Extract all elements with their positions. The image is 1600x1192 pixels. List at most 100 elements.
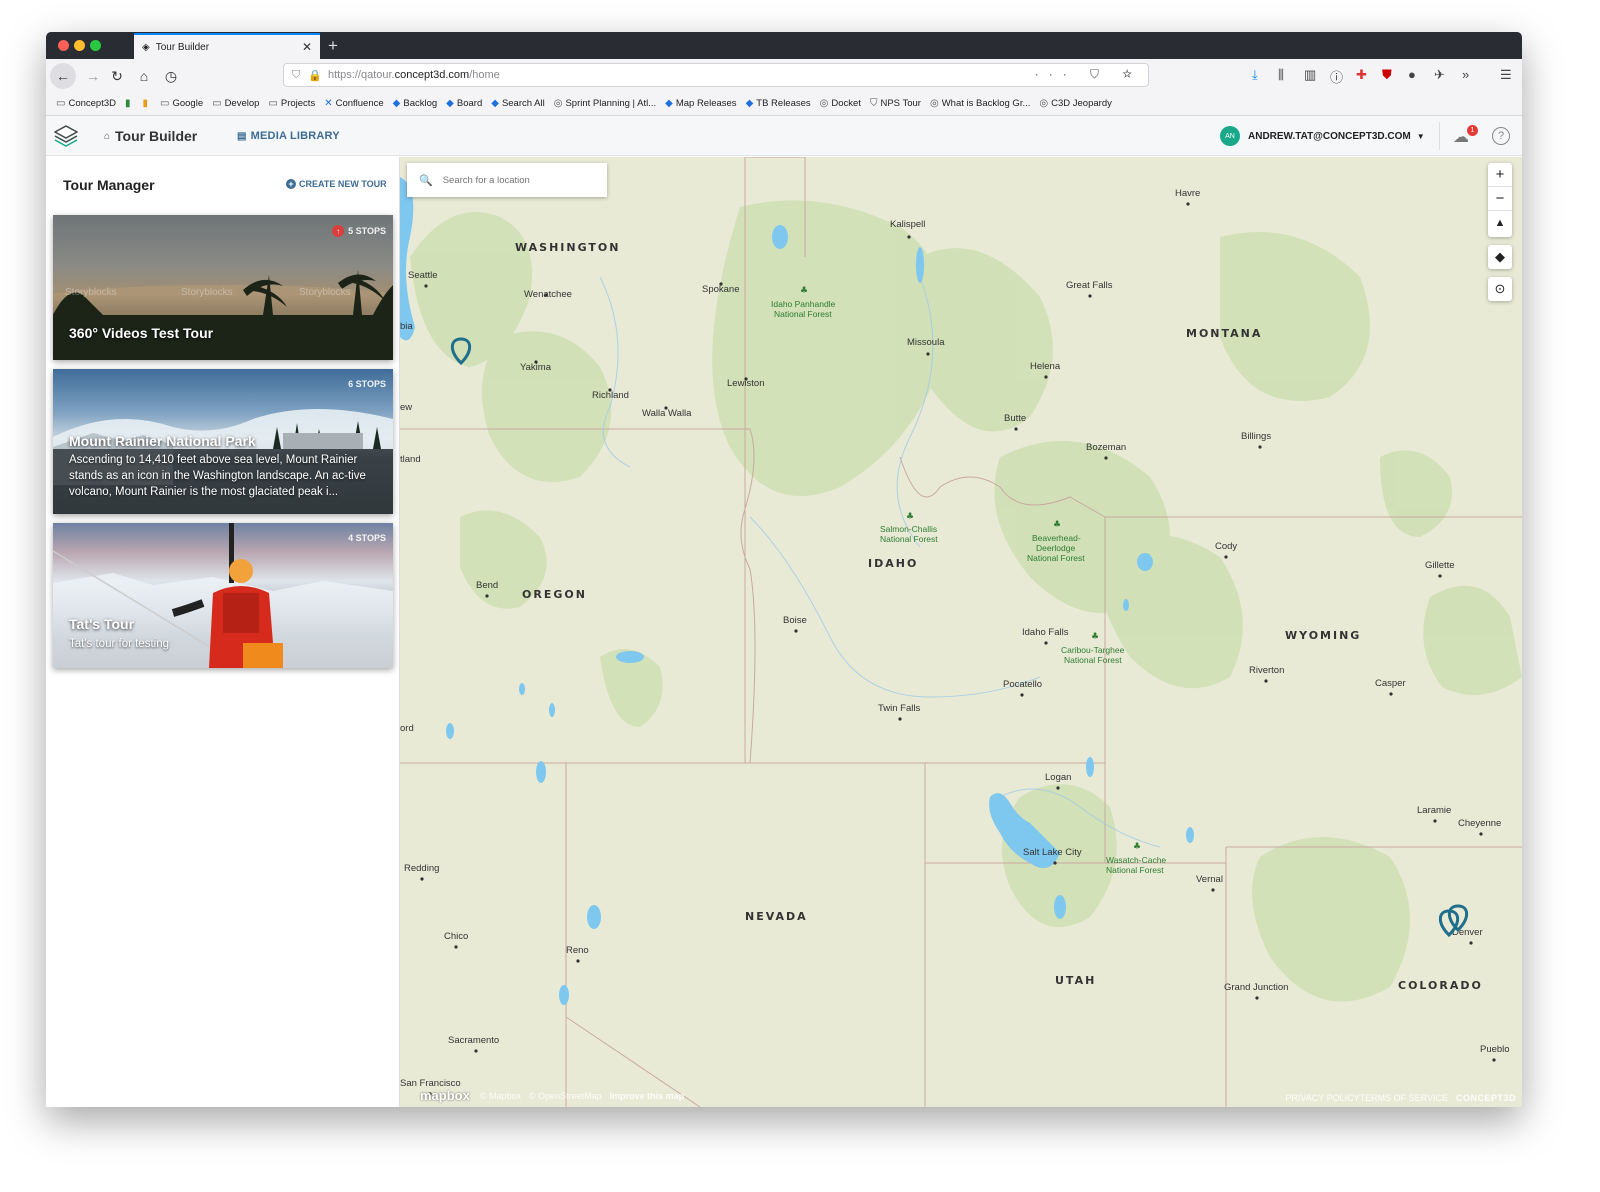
city-dot (1053, 861, 1057, 865)
privacy-policy-link[interactable]: PRIVACY POLICY (1285, 1093, 1359, 1103)
history-icon[interactable]: ◷ (160, 65, 182, 87)
city-dot (485, 594, 489, 598)
bookmark-icon: ◆ (392, 98, 401, 109)
map-view[interactable]: WASHINGTON OREGON IDAHO MONTANA WYOMING NEVAD… (400, 157, 1522, 1107)
city-label: ord (400, 723, 414, 734)
bookmark-item[interactable]: ▮ (125, 98, 134, 109)
close-window-button[interactable] (58, 40, 69, 51)
bookmark-item[interactable]: ✕ Confluence (324, 98, 383, 109)
bookmark-item[interactable]: ▮ (143, 98, 152, 109)
city-dot (1020, 693, 1024, 697)
search-input[interactable] (442, 174, 593, 186)
improve-map-link[interactable]: Improve this map (610, 1091, 685, 1101)
attribution-osm[interactable]: © OpenStreetMap (529, 1091, 602, 1101)
bookmark-icon: ▭ (268, 98, 278, 109)
info-icon[interactable]: ⓘ (1330, 67, 1343, 86)
new-tab-button[interactable]: + (328, 36, 338, 56)
url-bar[interactable]: ⛉ 🔒 https://qatour. concept3d.com/home ··… (283, 63, 1149, 87)
browser-tab[interactable]: ◈ Tour Builder ✕ (134, 33, 320, 59)
shield-icon: ⛉ (292, 68, 301, 81)
bookmark-icon: ◆ (745, 98, 754, 109)
header-divider (1439, 122, 1440, 150)
terms-of-service-link[interactable]: TERMS OF SERVICE (1360, 1093, 1448, 1103)
forest-tree-icon: ♣ (1053, 520, 1061, 530)
app-title-text: Tour Builder (115, 128, 198, 144)
map-canvas[interactable]: WASHINGTON OREGON IDAHO MONTANA WYOMING NEVAD… (400, 157, 1522, 1107)
mapbox-logo-icon[interactable]: mapbox (420, 1088, 470, 1103)
extension-wing-icon[interactable]: ✈ (1434, 67, 1445, 83)
bookmark-item[interactable]: ◆ TB Releases (746, 98, 811, 109)
page-actions-icon[interactable]: ··· ⛉ ☆ (1035, 67, 1142, 82)
minimize-window-button[interactable] (74, 40, 85, 51)
download-icon[interactable]: ⤓ (1252, 67, 1258, 83)
bookmark-item[interactable]: ▭ Projects (268, 98, 315, 109)
bookmark-item[interactable]: ▭ Concept3D (56, 98, 116, 109)
back-button[interactable]: ← (50, 63, 76, 89)
state-label: COLORADO (1398, 979, 1483, 992)
maximize-window-button[interactable] (90, 40, 101, 51)
bookmark-item[interactable]: ▭ Develop (212, 98, 259, 109)
city-label: Grand Junction (1224, 982, 1288, 993)
overflow-chevron-icon[interactable]: » (1462, 67, 1469, 82)
city-label: Wenatchee (524, 289, 572, 300)
locate-icon[interactable]: ⊙ (1488, 277, 1512, 301)
chevron-down-icon: ▼ (1416, 131, 1425, 141)
media-library-link[interactable]: ▤ MEDIA LIBRARY (237, 130, 340, 142)
layers-icon[interactable]: ◆ (1488, 245, 1512, 269)
concept3d-logo-icon[interactable] (54, 125, 78, 147)
bookmark-label: Sprint Planning | Atl... (565, 98, 657, 109)
reload-button[interactable]: ↻ (106, 65, 128, 87)
app-title[interactable]: ⌂ Tour Builder (104, 128, 197, 144)
bookmark-item[interactable]: ⛉ NPS Tour (870, 98, 921, 109)
bookmark-item[interactable]: ◎ Sprint Planning | Atl... (554, 98, 656, 109)
menu-icon[interactable]: ☰ (1500, 67, 1512, 83)
sidebar-icon[interactable]: ▥ (1304, 67, 1316, 83)
city-label: Lewiston (727, 378, 765, 389)
city-dot (1224, 555, 1228, 559)
city-label: Havre (1175, 188, 1200, 199)
forest-label: National Forest (1106, 865, 1164, 875)
bookmark-item[interactable]: ◎ What is Backlog Gr... (930, 98, 1030, 109)
tour-card[interactable]: 4 STOPS Tat's Tour Tat's tour for testin… (53, 523, 393, 668)
tour-card[interactable]: 6 STOPS Mount Rainier National Park Asce… (53, 369, 393, 514)
help-icon[interactable]: ? (1492, 127, 1510, 145)
bookmark-item[interactable]: ◆ Backlog (393, 98, 438, 109)
user-menu[interactable]: AN ANDREW.TAT@CONCEPT3D.COM ▼ (1220, 126, 1425, 146)
extension-icon[interactable]: ✚ (1356, 67, 1367, 83)
watermark-text: Storyblocks (299, 287, 351, 298)
tour-card[interactable]: Storyblocks Storyblocks Storyblocks ↑ 5 … (53, 215, 393, 360)
upload-badge: 1 (1467, 125, 1478, 136)
city-dot (907, 235, 911, 239)
zoom-out-button[interactable]: − (1488, 187, 1512, 211)
bookmark-item[interactable]: ◆ Search All (491, 98, 544, 109)
bookmark-item[interactable]: ◆ Map Releases (665, 98, 736, 109)
bookmark-label: C3D Jeopardy (1051, 98, 1112, 109)
city-dot (1104, 456, 1108, 460)
forest-tree-icon: ♣ (800, 286, 808, 296)
attribution-mapbox[interactable]: © Mapbox (480, 1091, 521, 1101)
create-label: CREATE NEW TOUR (299, 179, 387, 189)
close-icon[interactable]: ✕ (302, 40, 312, 54)
bookmark-icon: ▮ (124, 98, 131, 109)
forward-button[interactable]: → (82, 65, 104, 87)
city-dot (1014, 427, 1018, 431)
bookmark-item[interactable]: ▭ Google (160, 98, 203, 109)
library-icon[interactable]: ⫼ (1278, 67, 1284, 83)
bookmark-item[interactable]: ◎ C3D Jeopardy (1039, 98, 1111, 109)
extension-avatar-icon[interactable]: ● (1408, 67, 1416, 82)
bookmark-icon: ✕ (324, 98, 333, 109)
city-label: Seattle (408, 270, 438, 281)
zoom-in-button[interactable]: + (1488, 163, 1512, 187)
city-dot (926, 352, 930, 356)
create-new-tour-button[interactable]: + CREATE NEW TOUR (286, 179, 387, 189)
compass-button[interactable]: ▲ (1488, 211, 1512, 235)
home-button[interactable]: ⌂ (133, 65, 155, 87)
city-label: Gillette (1425, 560, 1455, 571)
location-search[interactable]: 🔍 (407, 163, 607, 197)
city-dot (1255, 996, 1259, 1000)
bookmark-item[interactable]: ◎ Docket (820, 98, 861, 109)
city-dot (1479, 832, 1483, 836)
bookmark-label: TB Releases (756, 98, 811, 109)
bookmark-item[interactable]: ◆ Board (446, 98, 482, 109)
ublock-icon[interactable]: ⛊ (1382, 67, 1392, 83)
